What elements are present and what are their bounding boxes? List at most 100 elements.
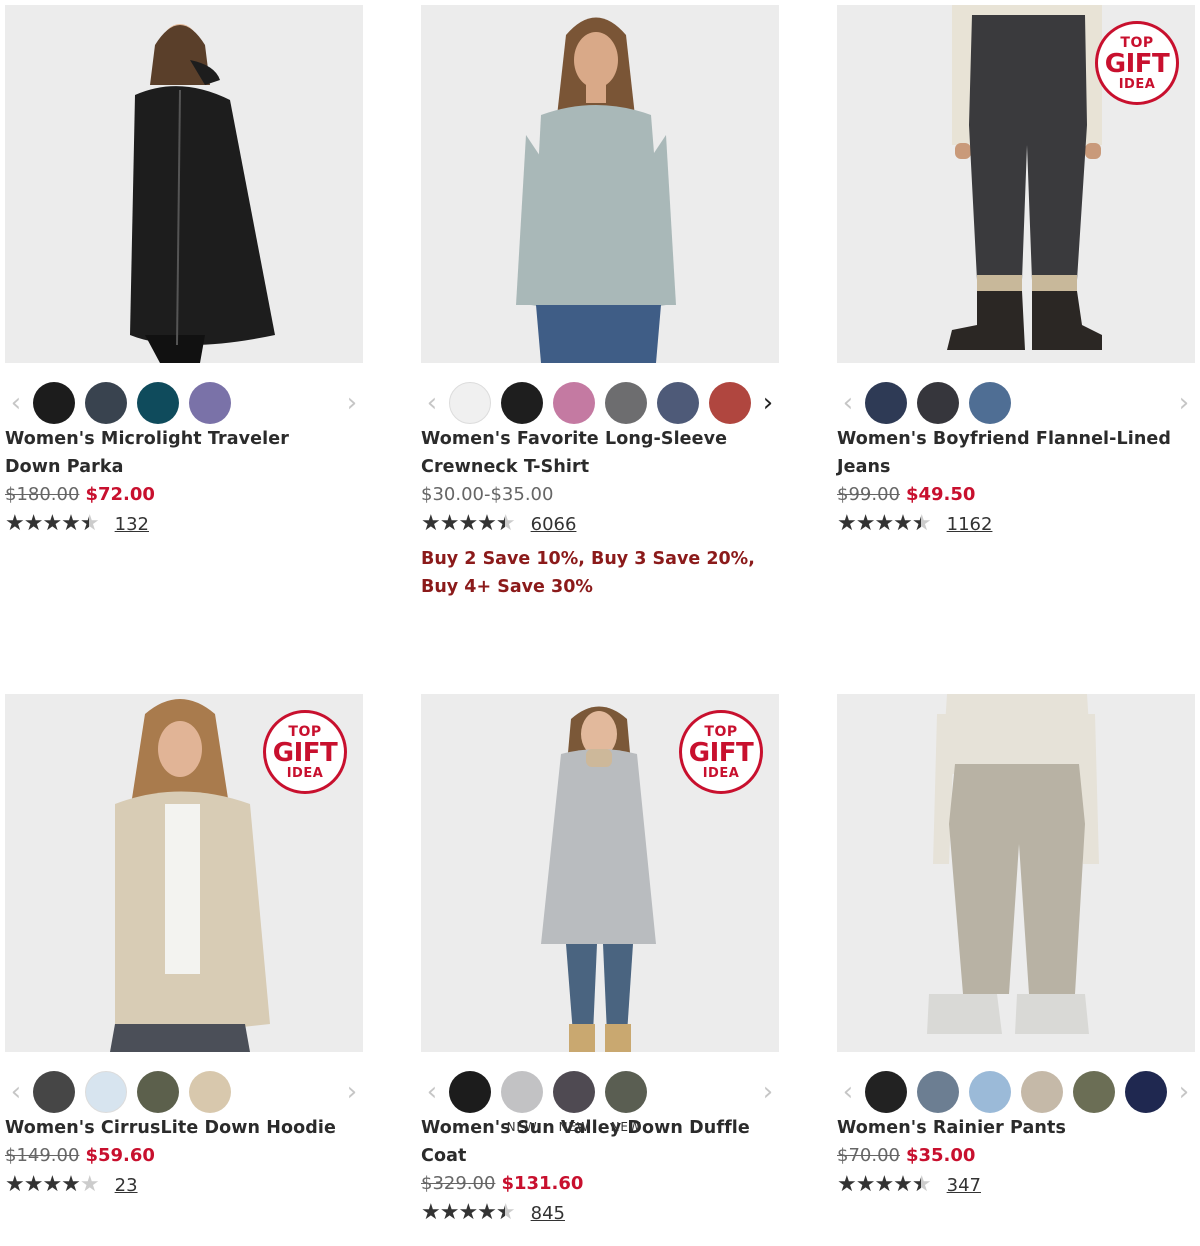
color-swatch[interactable] (865, 382, 907, 424)
product-card[interactable]: ‹ › Women's Microlight Traveler Down Par… (5, 5, 363, 539)
color-swatch[interactable] (553, 382, 595, 424)
product-image[interactable] (837, 694, 1195, 1052)
swatch-next-arrow[interactable]: › (341, 382, 363, 424)
color-swatch[interactable] (917, 1071, 959, 1113)
swatch-prev-arrow[interactable]: ‹ (5, 382, 27, 424)
rating: ★★★★★★ 347 (837, 1170, 1195, 1200)
product-card[interactable]: TOP GIFT IDEA ‹ › Women's CirrusLite Dow… (5, 694, 363, 1200)
product-title[interactable]: Women's Boyfriend Flannel-Lined Jeans (837, 425, 1195, 481)
swatch-next-arrow[interactable]: › (1173, 1071, 1195, 1113)
swatch-prev-arrow[interactable]: ‹ (837, 382, 859, 424)
product-image[interactable]: TOP GIFT IDEA (837, 5, 1195, 363)
sale-price: $59.60 (85, 1145, 155, 1166)
color-swatch[interactable] (709, 382, 751, 424)
color-swatch[interactable] (969, 1071, 1011, 1113)
color-swatch[interactable] (605, 1071, 647, 1113)
original-price: $329.00 (421, 1173, 496, 1194)
rating: ★★★★★ 23 (5, 1170, 363, 1200)
review-count-link[interactable]: 6066 (531, 514, 577, 535)
review-count-link[interactable]: 132 (115, 514, 149, 535)
color-swatch[interactable] (85, 1071, 127, 1113)
color-swatch[interactable] (137, 382, 179, 424)
price: $149.00 $59.60 (5, 1142, 363, 1170)
top-gift-idea-badge: TOP GIFT IDEA (1095, 21, 1179, 105)
star-rating-icon: ★★★★★ (5, 1172, 100, 1197)
color-swatch[interactable] (605, 382, 647, 424)
product-card[interactable]: TOP GIFT IDEA ‹ NEW NEW NEW › Women's Su… (421, 694, 779, 1228)
review-count-link[interactable]: 1162 (947, 514, 993, 535)
swatch-prev-arrow[interactable]: ‹ (421, 1071, 443, 1113)
color-swatch[interactable] (189, 382, 231, 424)
color-swatch-row: ‹ › (837, 1052, 1195, 1114)
product-title[interactable]: Women's Rainier Pants (837, 1114, 1195, 1142)
color-swatch[interactable] (449, 382, 491, 424)
price: $70.00 $35.00 (837, 1142, 1195, 1170)
color-swatch[interactable] (501, 1071, 543, 1113)
color-swatch[interactable] (865, 1071, 907, 1113)
rating: ★★★★★★ 132 (5, 509, 363, 539)
product-title[interactable]: Women's Microlight Traveler Down Parka (5, 425, 363, 481)
price: $180.00 $72.00 (5, 481, 363, 509)
color-swatch[interactable] (969, 382, 1011, 424)
new-tag: NEW (610, 1120, 642, 1134)
star-rating-icon: ★★★★★★ (837, 1172, 932, 1197)
color-swatch[interactable] (917, 382, 959, 424)
product-card[interactable]: ‹ › Women's Rainier Pants $70.00 $35.00 ★… (837, 694, 1195, 1200)
new-tag: NEW (506, 1120, 538, 1134)
new-tag: NEW (558, 1120, 590, 1134)
badge-top-text: TOP (704, 723, 738, 740)
color-swatch[interactable] (33, 1071, 75, 1113)
rating: ★★★★★★ 6066 (421, 509, 779, 539)
color-swatch[interactable] (501, 382, 543, 424)
color-swatch[interactable] (85, 382, 127, 424)
sale-price: $49.50 (905, 484, 976, 505)
price: $99.00 $49.50 (837, 481, 1195, 509)
review-count-link[interactable]: 347 (947, 1175, 981, 1196)
color-swatch[interactable] (1125, 1071, 1167, 1113)
product-title[interactable]: Women's CirrusLite Down Hoodie (5, 1114, 363, 1142)
star-rating-icon: ★★★★★★ (837, 511, 932, 536)
product-image[interactable] (421, 5, 779, 363)
swatch-next-arrow[interactable]: › (1173, 382, 1195, 424)
product-image[interactable]: TOP GIFT IDEA (421, 694, 779, 1052)
color-swatch[interactable] (449, 1071, 491, 1113)
color-swatch[interactable] (1021, 1071, 1063, 1113)
star-rating-icon: ★★★★★★ (421, 511, 516, 536)
sale-price: $131.60 (501, 1173, 584, 1194)
product-card[interactable]: TOP GIFT IDEA ‹ › Women's Boyfriend Flan… (837, 5, 1195, 539)
color-swatch[interactable] (189, 1071, 231, 1113)
top-gift-idea-badge: TOP GIFT IDEA (263, 710, 347, 794)
badge-bottom-text: IDEA (1118, 76, 1156, 92)
price: $329.00 $131.60 (421, 1170, 779, 1198)
color-swatch[interactable] (137, 1071, 179, 1113)
price-range: $30.00-$35.00 (421, 484, 554, 505)
color-swatch[interactable] (657, 382, 699, 424)
badge-mid-text: GIFT (272, 737, 338, 768)
sale-price: $72.00 (85, 484, 155, 505)
swatch-prev-arrow[interactable]: ‹ (421, 382, 443, 424)
product-image[interactable] (5, 5, 363, 363)
swatch-next-arrow[interactable]: › (341, 1071, 363, 1113)
product-title[interactable]: Women's Favorite Long-Sleeve Crewneck T-… (421, 425, 779, 481)
original-price: $180.00 (5, 484, 80, 505)
original-price: $99.00 (837, 484, 900, 505)
swatch-next-arrow[interactable]: › (757, 1071, 779, 1113)
color-swatch[interactable] (553, 1071, 595, 1113)
rating: ★★★★★★ 1162 (837, 509, 1195, 539)
top-gift-idea-badge: TOP GIFT IDEA (679, 710, 763, 794)
swatch-next-arrow[interactable]: › (757, 382, 779, 424)
price: $30.00-$35.00 (421, 481, 779, 509)
color-swatch[interactable] (1073, 1071, 1115, 1113)
review-count-link[interactable]: 845 (531, 1203, 565, 1224)
swatch-prev-arrow[interactable]: ‹ (837, 1071, 859, 1113)
product-card[interactable]: ‹ › Women's Favorite Long-Sleeve Crewnec… (421, 5, 779, 601)
color-swatch-row: ‹ › (5, 1052, 363, 1114)
rating: ★★★★★★ 845 (421, 1198, 779, 1228)
color-swatch[interactable] (33, 382, 75, 424)
color-swatch-row: ‹ NEW NEW NEW › (421, 1052, 779, 1134)
star-rating-icon: ★★★★★★ (421, 1200, 516, 1225)
product-image[interactable]: TOP GIFT IDEA (5, 694, 363, 1052)
review-count-link[interactable]: 23 (115, 1175, 138, 1196)
swatch-prev-arrow[interactable]: ‹ (5, 1071, 27, 1113)
color-swatch-row: ‹ › (5, 363, 363, 425)
